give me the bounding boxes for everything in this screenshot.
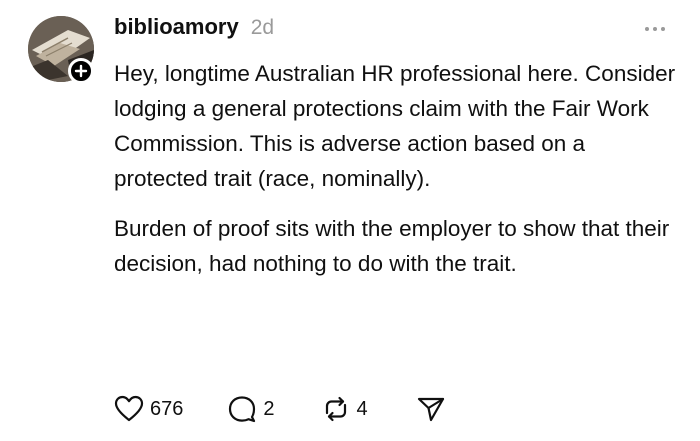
author-avatar-container[interactable] (28, 16, 94, 84)
more-dots-icon (653, 27, 657, 31)
post-actions: 676 2 4 (114, 392, 446, 426)
post-timestamp[interactable]: 2d (251, 16, 274, 40)
send-icon (417, 397, 444, 422)
plus-icon (74, 64, 88, 78)
reply-button[interactable]: 2 (227, 395, 275, 423)
more-dots-icon (661, 27, 665, 31)
post-header: biblioamory 2d (114, 14, 274, 46)
comment-icon (229, 396, 256, 423)
post-paragraph: Hey, longtime Australian HR professional… (114, 61, 676, 191)
repost-count: 4 (356, 397, 368, 420)
repost-button[interactable]: 4 (321, 395, 368, 423)
post-body: Hey, longtime Australian HR professional… (114, 56, 684, 281)
heart-icon (114, 395, 144, 422)
more-dots-icon (645, 27, 649, 31)
more-options-button[interactable] (640, 22, 670, 36)
share-button[interactable] (416, 395, 446, 423)
follow-plus-badge[interactable] (68, 58, 94, 84)
like-count: 676 (150, 397, 184, 420)
post-paragraph: Burden of proof sits with the employer t… (114, 216, 670, 276)
repost-icon (325, 396, 346, 422)
reply-count: 2 (263, 397, 275, 420)
author-username[interactable]: biblioamory (114, 14, 239, 40)
like-button[interactable]: 676 (114, 395, 183, 423)
